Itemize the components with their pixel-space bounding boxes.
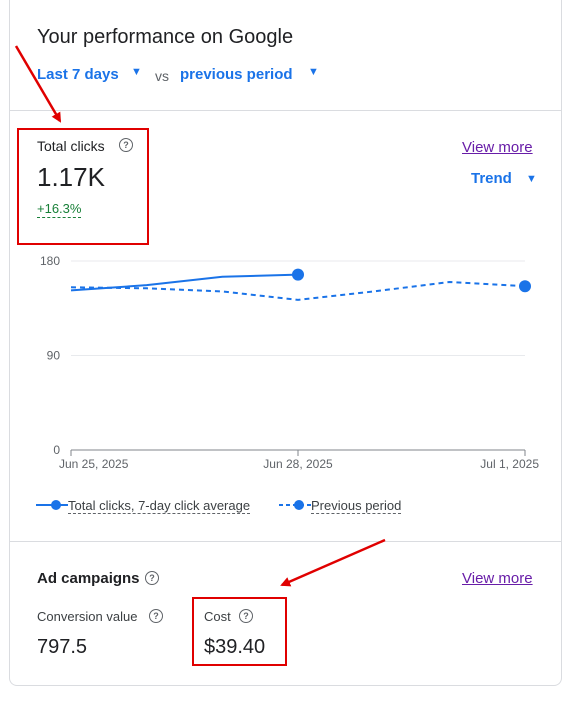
annotation-arrows <box>14 45 386 587</box>
annotation-arrow <box>14 45 62 123</box>
annotation-arrow <box>280 538 386 587</box>
